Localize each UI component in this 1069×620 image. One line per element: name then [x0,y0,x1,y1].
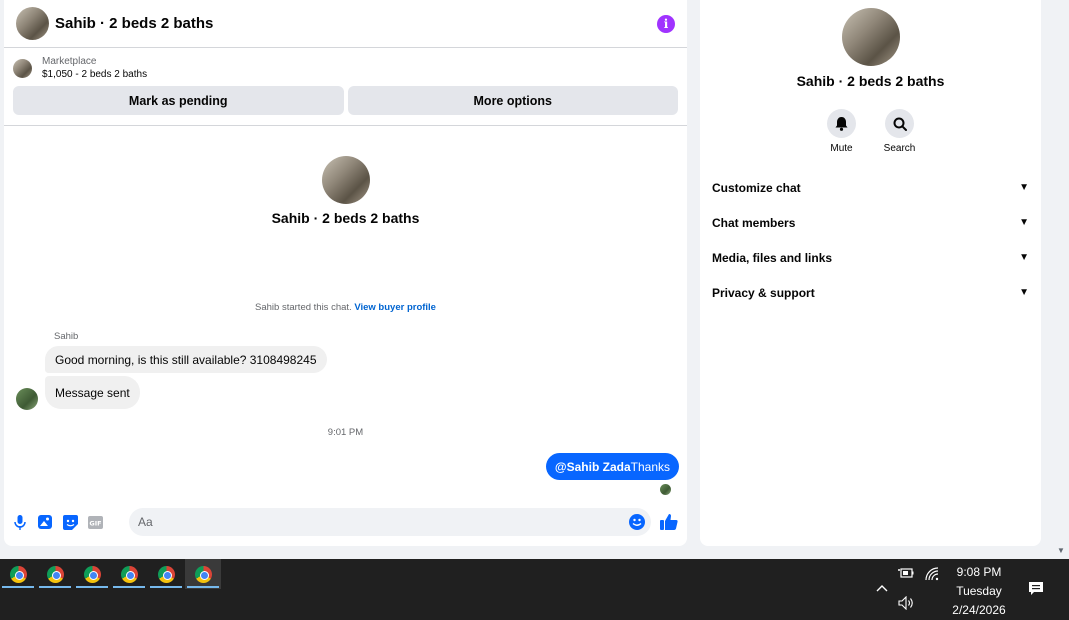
chevron-down-icon: ▼ [1019,217,1029,228]
message-bubble[interactable]: Good morning, is this still available? 3… [45,346,327,373]
listing-card: Marketplace $1,050 - 2 beds 2 baths Mark… [4,48,687,126]
chat-intro: Sahib · 2 beds 2 baths [4,156,687,226]
taskbar-chrome-6[interactable] [185,559,221,589]
taskbar: 9:08 PM Tuesday 2/24/2026 [0,559,1069,620]
search-icon[interactable] [885,109,914,138]
seen-avatar [660,484,671,495]
info-title: Sahib · 2 beds 2 baths [796,73,945,89]
chrome-icon [194,565,212,583]
section-privacy-support[interactable]: Privacy & support ▼ [700,275,1041,310]
listing-thumbnail[interactable] [13,58,32,78]
intro-avatar[interactable] [321,156,370,204]
chrome-icon [83,565,101,583]
outgoing-text: Thanks [630,459,670,474]
chat-title[interactable]: Sahib · 2 beds 2 baths [55,15,213,32]
chrome-icon [120,565,138,583]
chevron-down-icon: ▼ [1019,252,1029,263]
gif-icon[interactable]: GIF [87,514,103,530]
mute-label: Mute [830,143,853,154]
battery-icon[interactable] [898,567,914,582]
section-label: Privacy & support [712,285,815,300]
chat-panel: Sahib · 2 beds 2 baths i Marketplace $1,… [4,0,687,546]
taskbar-chrome-3[interactable] [74,559,110,589]
taskbar-chrome-5[interactable] [148,559,184,589]
taskbar-chrome-2[interactable] [37,559,73,589]
composer: GIF Aa [4,508,687,536]
clock-day: Tuesday [956,584,1002,598]
listing-price[interactable]: $1,050 - 2 beds 2 baths [42,69,147,80]
clock-time: 9:08 PM [956,565,1002,579]
chevron-up-icon[interactable] [876,581,888,595]
emoji-icon[interactable] [629,514,645,530]
listing-label: Marketplace [42,56,97,67]
bell-icon[interactable] [827,109,856,138]
notification-icon[interactable] [1028,581,1044,600]
section-label: Chat members [712,215,796,230]
timestamp: 9:01 PM [327,427,364,438]
microphone-icon[interactable] [12,514,28,530]
system-message: Sahib started this chat. View buyer prof… [4,302,687,313]
thumbs-up-icon[interactable] [660,513,678,536]
info-icon[interactable]: i [657,14,675,33]
wifi-icon[interactable] [925,567,939,584]
sender-avatar[interactable] [16,388,38,410]
avatar[interactable] [16,7,49,40]
taskbar-chrome-1[interactable] [0,559,36,589]
system-text: Sahib started this chat. [255,302,352,313]
info-actions: Mute Search [700,109,1041,154]
chat-header: Sahib · 2 beds 2 baths i [4,0,687,48]
photo-icon[interactable] [37,514,53,530]
sticker-icon[interactable] [62,514,78,530]
chrome-icon [157,565,175,583]
search-label: Search [883,143,916,154]
info-sections: Customize chat ▼ Chat members ▼ Media, f… [700,170,1041,310]
outgoing-message-bubble[interactable]: @Sahib Zada Thanks [545,453,679,480]
conversation-info-panel: Sahib · 2 beds 2 baths Mute Search Custo… [700,0,1041,546]
message-input-placeholder: Aa [138,515,153,529]
message-bubble[interactable]: Message sent [45,376,140,409]
mention[interactable]: @Sahib Zada [555,460,631,474]
scroll-down-arrow[interactable]: ▼ [1057,546,1065,555]
chevron-down-icon: ▼ [1019,182,1029,193]
section-media-files-links[interactable]: Media, files and links ▼ [700,240,1041,275]
section-label: Customize chat [712,180,801,195]
search-button[interactable]: Search [883,109,916,154]
volume-icon[interactable] [898,595,916,613]
info-avatar[interactable] [841,8,900,66]
svg-text:GIF: GIF [89,519,101,527]
mark-as-pending-button[interactable]: Mark as pending [13,86,344,115]
sender-name: Sahib [54,331,79,342]
intro-title: Sahib · 2 beds 2 baths [271,210,420,226]
mute-button[interactable]: Mute [827,109,857,154]
message-input[interactable]: Aa [129,508,651,536]
chrome-icon [46,565,64,583]
chevron-down-icon: ▼ [1019,287,1029,298]
taskbar-chrome-4[interactable] [111,559,147,589]
more-options-button[interactable]: More options [347,86,678,115]
section-chat-members[interactable]: Chat members ▼ [700,205,1041,240]
section-label: Media, files and links [712,250,833,265]
chrome-icon [9,565,27,583]
clock[interactable]: 9:08 PM Tuesday 2/24/2026 [940,563,1018,620]
clock-date: 2/24/2026 [952,603,1006,617]
view-buyer-profile-link[interactable]: View buyer profile [354,302,436,313]
section-customize-chat[interactable]: Customize chat ▼ [700,170,1041,205]
